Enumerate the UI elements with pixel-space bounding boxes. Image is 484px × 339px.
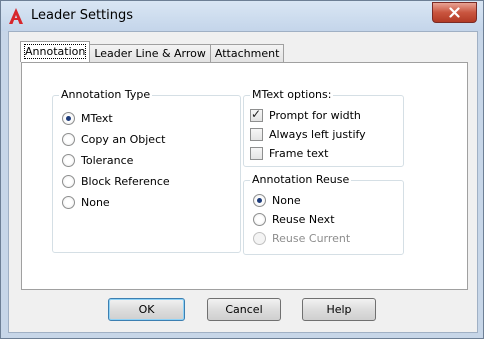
tab-leader-line-arrow[interactable]: Leader Line & Arrow [89, 44, 211, 62]
close-icon [449, 7, 460, 18]
tab-attachment[interactable]: Attachment [209, 44, 285, 62]
close-button[interactable] [432, 2, 477, 23]
dialog-window: Leader Settings Annotation Leader Line &… [0, 0, 484, 339]
radio-reuse-none[interactable]: None [253, 192, 301, 208]
checkbox[interactable] [250, 127, 263, 141]
radio-button[interactable] [253, 193, 266, 207]
cancel-button-label: Cancel [225, 303, 263, 316]
tab-annotation-label: Annotation [23, 44, 87, 59]
radio-button[interactable] [62, 111, 75, 125]
tab-annotation[interactable]: Annotation [20, 41, 91, 62]
help-button[interactable]: Help [302, 298, 376, 321]
radio-button[interactable] [62, 153, 75, 167]
tab-leader-line-arrow-label: Leader Line & Arrow [94, 47, 206, 60]
tab-panel-annotation: Annotation Type MText Copy an Object Tol… [21, 62, 468, 290]
annotation-reuse-title: Annotation Reuse [250, 173, 352, 186]
radio-tolerance[interactable]: Tolerance [62, 152, 133, 168]
tab-attachment-label: Attachment [214, 47, 280, 60]
ok-button[interactable]: OK [108, 298, 185, 321]
radio-mtext-label: MText [81, 111, 113, 125]
checkbox-frame-text[interactable]: Frame text [250, 145, 328, 161]
checkbox-prompt-width-label: Prompt for width [269, 108, 361, 122]
ok-button-label: OK [138, 303, 155, 316]
radio-reuse-next[interactable]: Reuse Next [253, 211, 335, 227]
mtext-options-title: MText options: [250, 88, 334, 101]
help-button-label: Help [326, 303, 352, 316]
radio-reuse-none-label: None [272, 193, 301, 207]
window-title: Leader Settings [31, 8, 134, 23]
mtext-options-group: MText options: Prompt for width Always l… [243, 88, 404, 167]
radio-tolerance-label: Tolerance [81, 153, 134, 167]
radio-mtext[interactable]: MText [62, 110, 113, 126]
radio-reuse-current: Reuse Current [253, 230, 350, 246]
radio-block-reference-label: Block Reference [81, 174, 170, 188]
radio-copy-object-label: Copy an Object [81, 132, 166, 146]
annotation-type-title: Annotation Type [59, 88, 153, 101]
radio-button[interactable] [253, 212, 266, 226]
dialog-client-area: Annotation Leader Line & Arrow Attachmen… [8, 31, 478, 333]
annotation-reuse-group: Annotation Reuse None Reuse Next Reuse C… [243, 173, 404, 255]
radio-button[interactable] [62, 195, 75, 209]
radio-button [253, 231, 266, 245]
radio-button[interactable] [62, 132, 75, 146]
checkbox-always-left-justify[interactable]: Always left justify [250, 126, 366, 142]
autocad-app-icon [9, 8, 23, 24]
radio-copy-object[interactable]: Copy an Object [62, 131, 165, 147]
checkbox[interactable] [250, 146, 263, 160]
radio-none-label: None [81, 195, 110, 209]
radio-reuse-current-label: Reuse Current [272, 231, 351, 245]
radio-block-reference[interactable]: Block Reference [62, 173, 170, 189]
title-bar[interactable]: Leader Settings [1, 1, 483, 31]
radio-button[interactable] [62, 174, 75, 188]
checkbox-prompt-width[interactable]: Prompt for width [250, 107, 361, 123]
cancel-button[interactable]: Cancel [207, 298, 281, 321]
checkbox-always-left-justify-label: Always left justify [269, 127, 366, 141]
checkbox[interactable] [250, 107, 263, 122]
checkbox-frame-text-label: Frame text [269, 146, 329, 160]
tab-strip: Annotation Leader Line & Arrow Attachmen… [20, 41, 285, 63]
radio-none[interactable]: None [62, 194, 110, 210]
annotation-type-group: Annotation Type MText Copy an Object Tol… [52, 88, 241, 253]
radio-reuse-next-label: Reuse Next [272, 212, 335, 226]
